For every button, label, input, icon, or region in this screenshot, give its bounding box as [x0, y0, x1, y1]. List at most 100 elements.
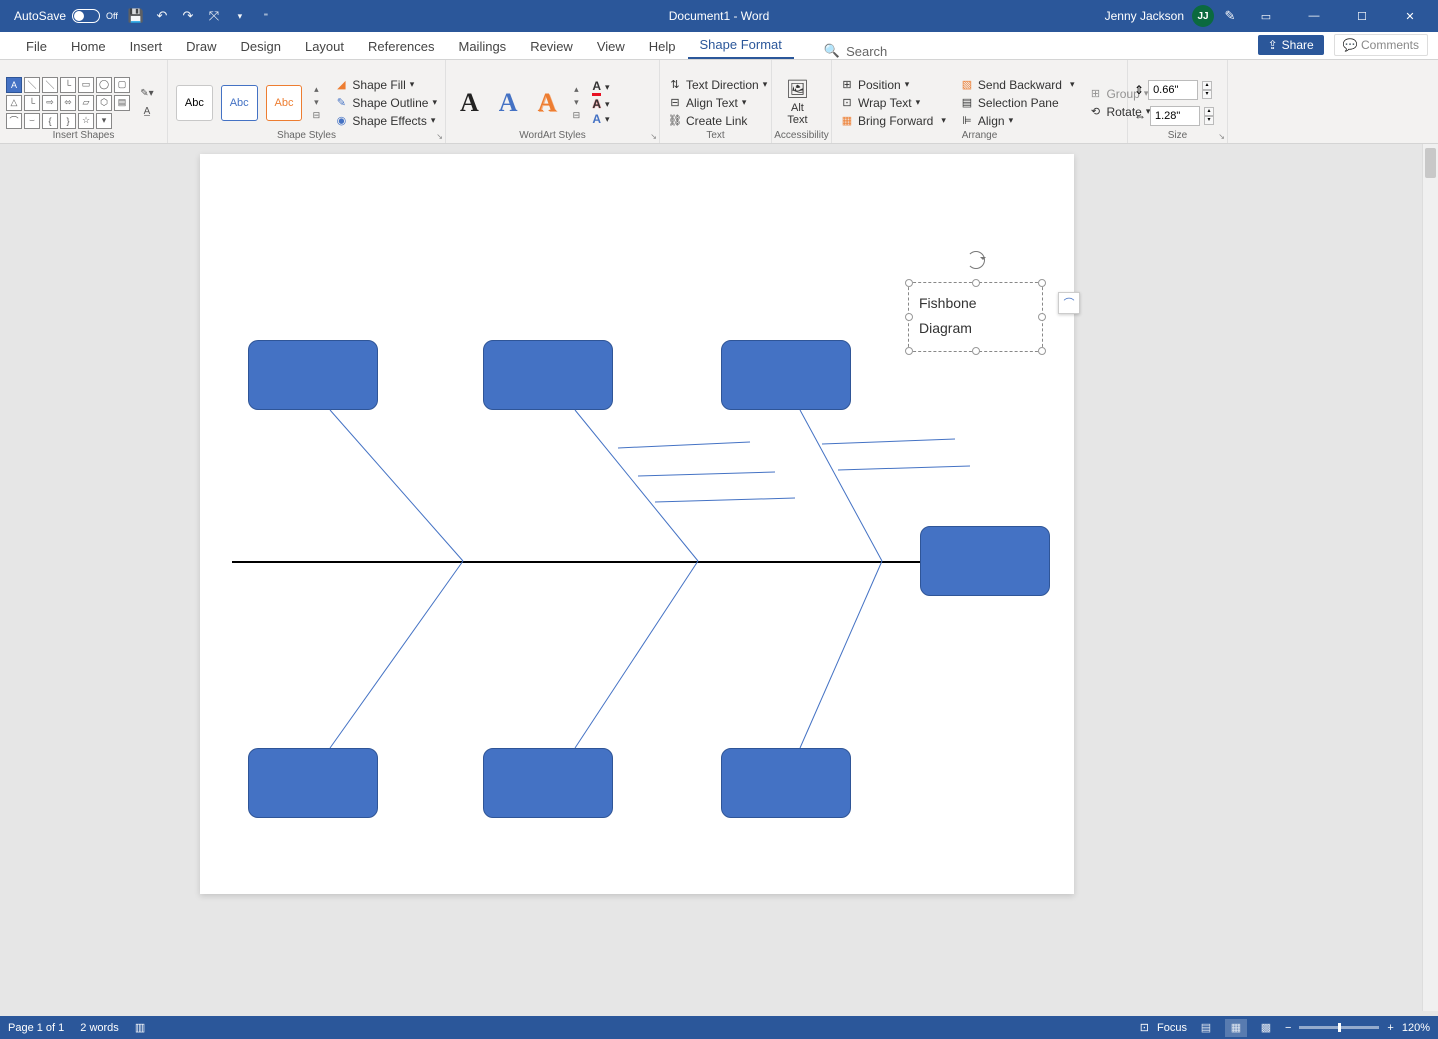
- shape-star-icon[interactable]: ☆: [78, 113, 94, 129]
- zoom-level[interactable]: 120%: [1402, 1022, 1430, 1034]
- page[interactable]: Fishbone Diagram ⌒: [200, 154, 1074, 894]
- tab-design[interactable]: Design: [229, 34, 293, 59]
- tab-layout[interactable]: Layout: [293, 34, 356, 59]
- shape-style-3[interactable]: Abc: [266, 85, 303, 121]
- text-fill-button[interactable]: A▾: [592, 79, 609, 96]
- fishbone-cause-box-top-3[interactable]: [721, 340, 851, 410]
- document-area[interactable]: Fishbone Diagram ⌒: [0, 144, 1438, 1011]
- shape-roundrect-icon[interactable]: ▢: [114, 77, 130, 93]
- scrollbar-thumb[interactable]: [1425, 148, 1436, 178]
- selection-handle-s[interactable]: [972, 347, 980, 355]
- shape-oval-icon[interactable]: ◯: [96, 77, 112, 93]
- tab-references[interactable]: References: [356, 34, 446, 59]
- height-up-icon[interactable]: ▴: [1202, 81, 1212, 90]
- tab-insert[interactable]: Insert: [118, 34, 175, 59]
- tab-view[interactable]: View: [585, 34, 637, 59]
- shape-l-icon[interactable]: └: [24, 95, 40, 111]
- zoom-out-icon[interactable]: −: [1285, 1022, 1291, 1034]
- align-button[interactable]: ⊫Align▾: [958, 113, 1077, 129]
- tab-home[interactable]: Home: [59, 34, 118, 59]
- rotate-handle-icon[interactable]: [967, 251, 985, 269]
- alt-text-button[interactable]: 🖼 Alt Text: [778, 75, 817, 130]
- shape-style-2[interactable]: Abc: [221, 85, 258, 121]
- selection-handle-sw[interactable]: [905, 347, 913, 355]
- selection-handle-se[interactable]: [1038, 347, 1046, 355]
- minimize-icon[interactable]: ―: [1294, 0, 1334, 32]
- shape-flag-icon[interactable]: ▱: [78, 95, 94, 111]
- size-launcher-icon[interactable]: ↘: [1218, 132, 1225, 141]
- position-button[interactable]: ⊞Position▾: [838, 77, 948, 93]
- maximize-icon[interactable]: ☐: [1342, 0, 1382, 32]
- edit-shape-icon[interactable]: ✎▾: [138, 86, 156, 102]
- shape-arrow-icon[interactable]: ⇨: [42, 95, 58, 111]
- focus-label[interactable]: Focus: [1157, 1022, 1187, 1034]
- tab-help[interactable]: Help: [637, 34, 688, 59]
- wordart-up-icon[interactable]: ▴: [570, 84, 582, 96]
- selection-handle-nw[interactable]: [905, 279, 913, 287]
- shape-more-icon[interactable]: ▾: [96, 113, 112, 129]
- ribbon-display-icon[interactable]: ▭: [1246, 0, 1286, 32]
- page-indicator[interactable]: Page 1 of 1: [8, 1022, 64, 1034]
- shape-doc-icon[interactable]: ▤: [114, 95, 130, 111]
- shape-curve-icon[interactable]: ⌒: [6, 113, 22, 129]
- tab-mailings[interactable]: Mailings: [447, 34, 519, 59]
- shape-line-icon[interactable]: ＼: [24, 77, 40, 93]
- layout-options-button[interactable]: ⌒: [1058, 292, 1080, 314]
- shape-arrow2-icon[interactable]: ⬄: [60, 95, 76, 111]
- fishbone-spine[interactable]: [232, 561, 920, 563]
- shape-textbox-icon[interactable]: A: [6, 77, 22, 93]
- shape-bracket-icon[interactable]: {: [42, 113, 58, 129]
- wordart-style-3[interactable]: A: [530, 88, 565, 118]
- close-icon[interactable]: ✕: [1390, 0, 1430, 32]
- fishbone-effect-box[interactable]: [920, 526, 1050, 596]
- shape-effects-button[interactable]: ◉Shape Effects▾: [332, 113, 439, 129]
- tab-shape-format[interactable]: Shape Format: [688, 32, 794, 59]
- shape-width-input[interactable]: [1150, 106, 1200, 126]
- shape-hex-icon[interactable]: ⬡: [96, 95, 112, 111]
- text-effects-button[interactable]: A▾: [592, 112, 609, 126]
- user-name[interactable]: Jenny Jackson: [1105, 9, 1184, 23]
- shape-styles-launcher-icon[interactable]: ↘: [436, 132, 443, 141]
- shape-bracket2-icon[interactable]: }: [60, 113, 76, 129]
- shape-rect-icon[interactable]: ▭: [78, 77, 94, 93]
- qat-customize-icon[interactable]: ⁼: [258, 8, 274, 24]
- shape-outline-button[interactable]: ✎Shape Outline▾: [332, 95, 439, 111]
- fishbone-cause-box-bottom-3[interactable]: [721, 748, 851, 818]
- touch-mode-icon[interactable]: ⤧: [206, 8, 222, 24]
- shape-style-1[interactable]: Abc: [176, 85, 213, 121]
- wordart-launcher-icon[interactable]: ↘: [650, 132, 657, 141]
- fishbone-cause-box-bottom-2[interactable]: [483, 748, 613, 818]
- shape-height-input[interactable]: [1148, 80, 1198, 100]
- create-link-button[interactable]: ⛓Create Link: [666, 113, 769, 129]
- draw-textbox-icon[interactable]: A̲: [138, 104, 156, 120]
- styles-up-icon[interactable]: ▴: [310, 84, 322, 96]
- shape-curve2-icon[interactable]: ⌣: [24, 113, 40, 129]
- selection-handle-n[interactable]: [972, 279, 980, 287]
- shape-line2-icon[interactable]: ＼: [42, 77, 58, 93]
- selection-handle-ne[interactable]: [1038, 279, 1046, 287]
- save-icon[interactable]: 💾: [128, 8, 144, 24]
- zoom-slider[interactable]: [1299, 1026, 1379, 1029]
- shape-triangle-icon[interactable]: △: [6, 95, 22, 111]
- send-backward-button[interactable]: ▧Send Backward▾: [958, 77, 1077, 93]
- width-down-icon[interactable]: ▾: [1204, 116, 1214, 125]
- word-count[interactable]: 2 words: [80, 1022, 119, 1034]
- coming-soon-icon[interactable]: ✎: [1222, 8, 1238, 24]
- tab-file[interactable]: File: [14, 34, 59, 59]
- fishbone-cause-box-top-2[interactable]: [483, 340, 613, 410]
- undo-icon[interactable]: ↶: [154, 8, 170, 24]
- shape-connector-icon[interactable]: └: [60, 77, 76, 93]
- selection-handle-e[interactable]: [1038, 313, 1046, 321]
- width-up-icon[interactable]: ▴: [1204, 107, 1214, 116]
- fishbone-cause-box-top-1[interactable]: [248, 340, 378, 410]
- tab-draw[interactable]: Draw: [174, 34, 228, 59]
- text-direction-button[interactable]: ⇅Text Direction▾: [666, 77, 769, 93]
- search-box[interactable]: 🔍 Search: [824, 43, 887, 59]
- zoom-in-icon[interactable]: +: [1387, 1022, 1393, 1034]
- wrap-text-button[interactable]: ⊡Wrap Text▾: [838, 95, 948, 111]
- selection-handle-w[interactable]: [905, 313, 913, 321]
- wordart-style-2[interactable]: A: [491, 88, 526, 118]
- vertical-scrollbar[interactable]: [1422, 144, 1438, 1011]
- user-avatar[interactable]: JJ: [1192, 5, 1214, 27]
- align-text-button[interactable]: ⊟Align Text▾: [666, 95, 769, 111]
